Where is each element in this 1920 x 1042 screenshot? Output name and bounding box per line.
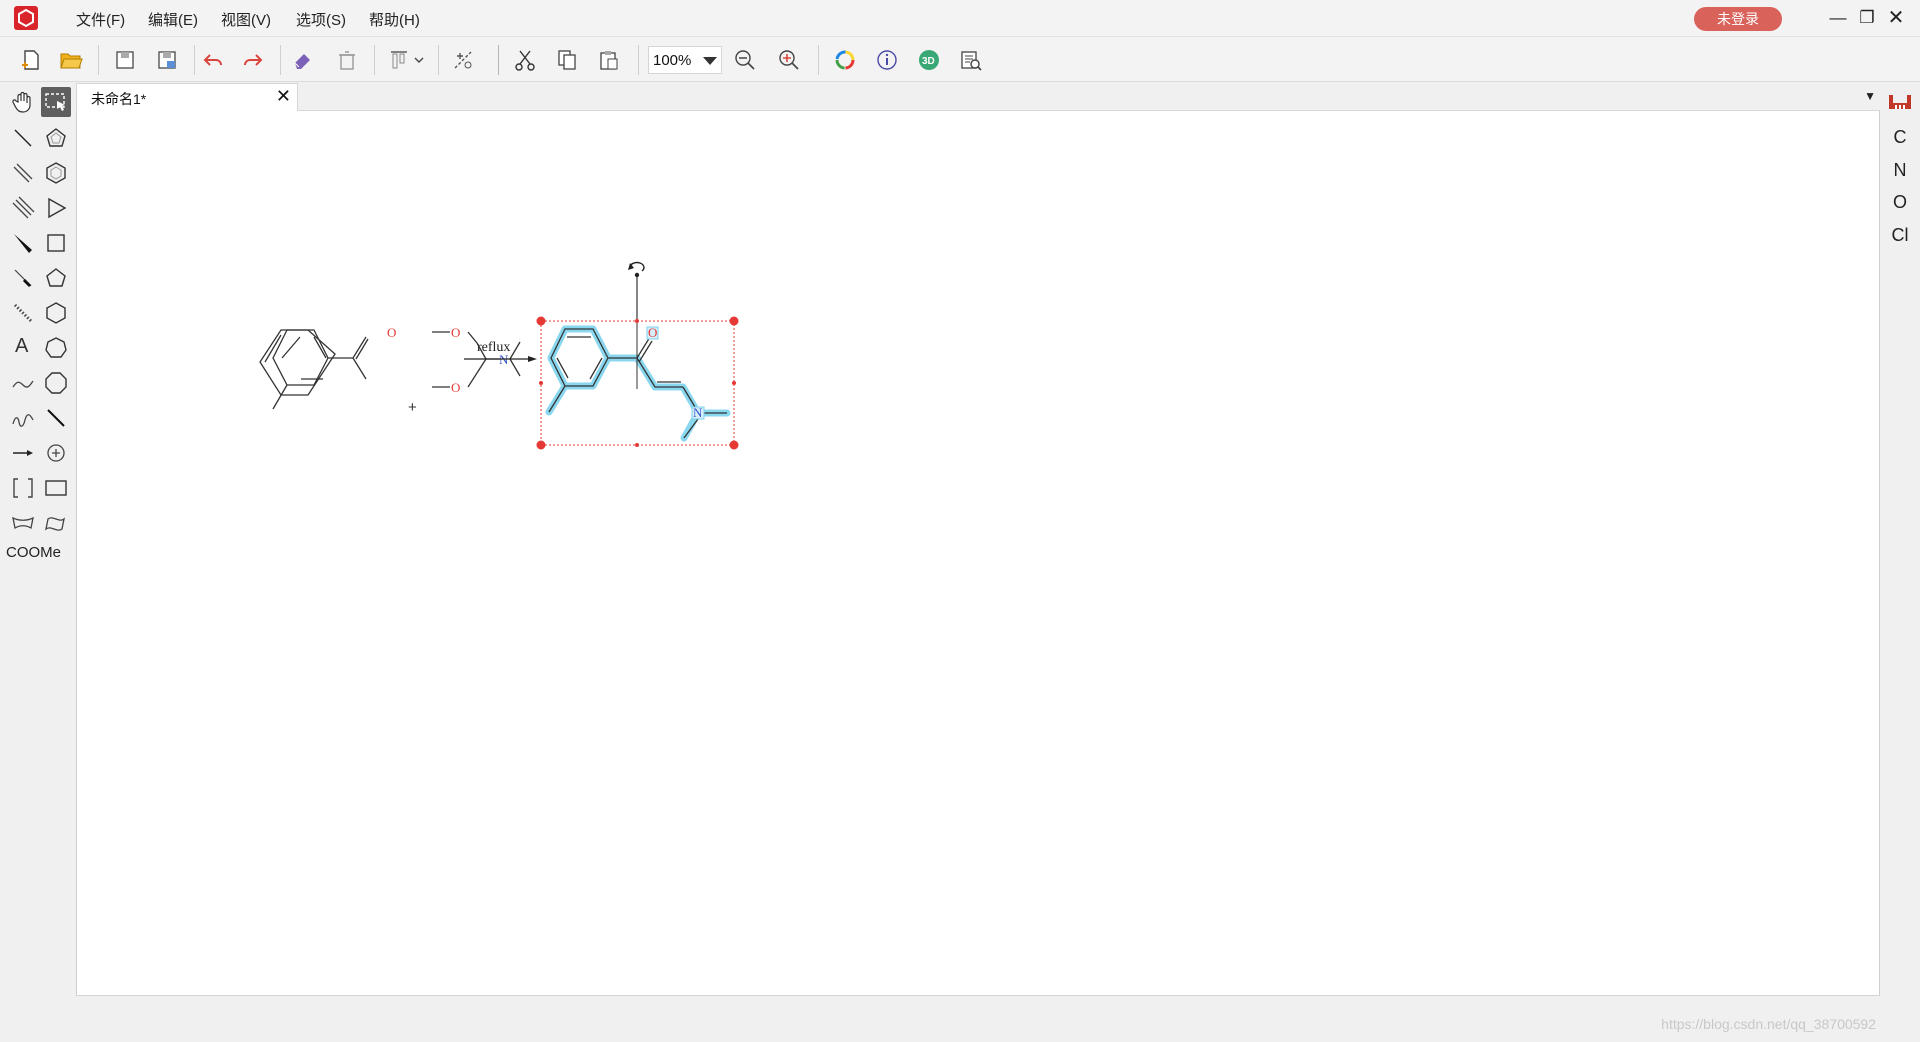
wavy-bond-icon[interactable] — [8, 403, 38, 433]
color-wheel-icon[interactable] — [830, 45, 860, 75]
rotate-handle-icon[interactable] — [628, 261, 645, 278]
element-palette: C N O Cl — [1880, 83, 1920, 1042]
reaction-arrow-icon[interactable] — [8, 438, 38, 468]
menu-file[interactable]: 文件(F) — [76, 9, 125, 30]
selection-box[interactable] — [540, 277, 735, 446]
paste-icon[interactable] — [594, 45, 624, 75]
app-logo-icon — [14, 6, 38, 30]
flag-shape-icon[interactable] — [41, 508, 71, 538]
menu-options[interactable]: 选项(S) — [296, 9, 346, 30]
status-bar: https://blog.csdn.net/qq_38700592 — [76, 995, 1880, 1042]
reactant-1-ring — [272, 329, 369, 410]
reactant-1-lines — [264, 334, 282, 363]
minimize-icon[interactable]: — — [1826, 6, 1850, 30]
watermark: https://blog.csdn.net/qq_38700592 — [1661, 1016, 1876, 1032]
zoom-value: 100% — [653, 52, 692, 69]
login-button[interactable]: 未登录 — [1694, 7, 1782, 31]
element-oxygen[interactable]: O — [1880, 192, 1920, 213]
reaction-condition: reflux — [477, 340, 510, 355]
drawing-canvas[interactable]: O + O O N reflux O N — [76, 111, 1880, 995]
cyclopentane-icon[interactable] — [41, 263, 71, 293]
toolbar: 100% 3D — [0, 36, 1920, 82]
element-carbon[interactable]: C — [1880, 127, 1920, 148]
rectangle-icon[interactable] — [41, 473, 71, 503]
element-nitrogen[interactable]: N — [1880, 160, 1920, 181]
undo-icon[interactable] — [198, 45, 228, 75]
single-bond-icon[interactable] — [8, 123, 38, 153]
cut-icon[interactable] — [510, 45, 540, 75]
search-document-icon[interactable] — [956, 45, 986, 75]
info-icon[interactable] — [872, 45, 902, 75]
tab-document[interactable]: 未命名1* ✕ — [76, 83, 298, 112]
menu-help[interactable]: 帮助(H) — [369, 9, 420, 30]
hand-tool-icon[interactable] — [8, 87, 38, 117]
title-bar: 文件(F) 编辑(E) 视图(V) 选项(S) 帮助(H) 未登录 — ❐ ✕ — [0, 0, 1920, 36]
tab-title: 未命名1* — [91, 91, 147, 107]
save-as-icon[interactable] — [152, 45, 182, 75]
transform-icon[interactable] — [448, 45, 478, 75]
curve-tool-icon[interactable] — [8, 368, 38, 398]
hexagon-icon[interactable] — [41, 298, 71, 328]
group-template-label[interactable]: COOMe — [6, 544, 61, 561]
cyclohexane-icon[interactable] — [41, 158, 71, 188]
restore-icon[interactable]: ❐ — [1855, 6, 1879, 30]
product-highlight — [545, 325, 731, 442]
marquee-select-icon[interactable] — [41, 87, 71, 117]
zoom-in-icon[interactable] — [774, 45, 804, 75]
menu-edit[interactable]: 编辑(E) — [148, 9, 198, 30]
tool-palette: A COOMe — [0, 83, 76, 1042]
reactant-2-oxygen-top: O — [451, 325, 460, 340]
copy-icon[interactable] — [552, 45, 582, 75]
close-window-icon[interactable]: ✕ — [1884, 6, 1908, 30]
close-icon[interactable]: ✕ — [276, 86, 291, 107]
new-file-icon[interactable] — [16, 45, 46, 75]
redo-icon[interactable] — [238, 45, 268, 75]
chain-bond-icon[interactable] — [41, 403, 71, 433]
ribbon-shape-icon[interactable] — [8, 508, 38, 538]
align-dropdown-icon[interactable] — [384, 45, 428, 75]
menu-view[interactable]: 视图(V) — [221, 9, 271, 30]
delete-icon[interactable] — [332, 45, 362, 75]
double-bond-icon[interactable] — [8, 158, 38, 188]
panel-menu-icon[interactable]: ▼ — [1864, 89, 1876, 103]
product-nitrogen: N — [693, 405, 703, 420]
wedge-bond-icon[interactable] — [8, 228, 38, 258]
reactant-2-oxygen-bottom: O — [451, 380, 460, 395]
element-chlorine[interactable]: Cl — [1880, 225, 1920, 246]
cyclopentane-flat-icon[interactable] — [41, 123, 71, 153]
reaction-scheme: O + O O N reflux O N — [259, 261, 739, 450]
plus-sign: + — [408, 399, 417, 416]
zoom-out-icon[interactable] — [730, 45, 760, 75]
reactant-1-oxygen: O — [387, 325, 396, 340]
3d-view-icon[interactable]: 3D — [914, 45, 944, 75]
heptagon-icon[interactable] — [41, 333, 71, 363]
bold-bond-icon[interactable] — [8, 263, 38, 293]
save-icon[interactable] — [110, 45, 140, 75]
octagon-icon[interactable] — [41, 368, 71, 398]
reactant-1 — [259, 329, 336, 396]
text-tool-label: A — [15, 335, 29, 357]
periodic-table-icon[interactable] — [1889, 95, 1911, 112]
charge-icon[interactable] — [41, 438, 71, 468]
cyclopropane-icon[interactable] — [41, 193, 71, 223]
open-folder-icon[interactable] — [56, 45, 86, 75]
triple-bond-icon[interactable] — [8, 193, 38, 223]
chevron-down-icon — [703, 57, 717, 65]
text-tool[interactable]: A — [8, 333, 38, 363]
cyclobutane-icon[interactable] — [41, 228, 71, 258]
svg-text:3D: 3D — [922, 56, 935, 67]
tab-strip: 未命名1* ✕ ▼ — [76, 83, 1880, 112]
eraser-icon[interactable] — [288, 45, 318, 75]
product-oxygen: O — [648, 325, 657, 340]
zoom-select[interactable]: 100% — [648, 46, 722, 74]
hashed-bond-icon[interactable] — [8, 298, 38, 328]
brackets-icon[interactable] — [8, 473, 38, 503]
